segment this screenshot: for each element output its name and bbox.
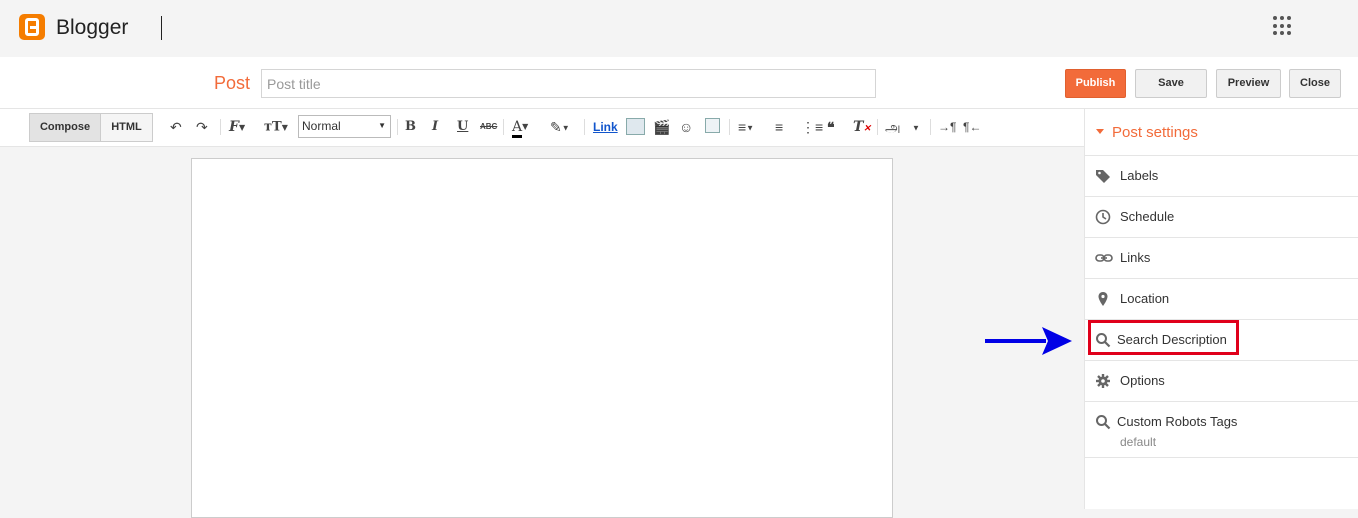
caret-down-icon xyxy=(1096,129,1104,134)
settings-item-label: Options xyxy=(1120,373,1165,388)
post-settings-title: Post settings xyxy=(1112,124,1198,141)
post-title-input[interactable] xyxy=(261,69,876,98)
compose-mode-button[interactable]: Compose xyxy=(29,113,101,142)
redo-icon[interactable]: ↷ xyxy=(196,118,208,136)
bulleted-list-icon[interactable]: ⋮≡ xyxy=(801,118,823,136)
search-description-highlight-box xyxy=(1088,320,1239,355)
italic-icon[interactable]: I xyxy=(432,118,438,136)
insert-link-button[interactable]: Link xyxy=(593,118,618,136)
insert-emoji-icon[interactable]: ☺ xyxy=(679,118,693,136)
brand-name[interactable]: Blogger xyxy=(56,16,128,40)
align-icon[interactable]: ≡▼ xyxy=(738,118,754,136)
settings-item-label: Location xyxy=(1120,291,1170,306)
arrow-right-icon xyxy=(985,327,1072,355)
toolbar-divider xyxy=(503,119,504,135)
apps-grid-icon[interactable] xyxy=(1273,16,1293,36)
settings-item-links[interactable]: Links xyxy=(1085,238,1358,279)
tag-icon xyxy=(1095,168,1111,184)
save-button[interactable]: Save xyxy=(1135,69,1207,98)
page-title: Post xyxy=(214,73,251,93)
paragraph-format-select[interactable]: Normal ▼ xyxy=(298,115,391,138)
toolbar-divider xyxy=(877,119,878,135)
location-pin-icon xyxy=(1095,291,1111,307)
brand-divider xyxy=(161,16,162,40)
highlight-color-icon[interactable]: ✎▼ xyxy=(550,118,570,136)
toolbar-divider xyxy=(220,119,221,135)
close-button[interactable]: Close xyxy=(1289,69,1341,98)
toolbar-divider xyxy=(930,119,931,135)
link-icon xyxy=(1095,250,1113,266)
text-color-icon[interactable]: A▼ xyxy=(512,118,528,138)
editor-area xyxy=(0,148,1084,518)
undo-icon[interactable]: ↶ xyxy=(170,118,182,136)
input-tools-icon[interactable]: அ xyxy=(885,118,901,136)
post-header: Post Publish Save Preview Close xyxy=(0,57,1358,109)
post-body-editor[interactable] xyxy=(191,158,893,518)
editor-toolbar: Compose HTML ↶ ↷ F▼ тT▼ Normal ▼ B I U AB… xyxy=(0,109,1084,147)
blogger-logo-icon[interactable] xyxy=(19,14,45,40)
gear-icon xyxy=(1095,373,1111,389)
post-settings-header[interactable]: Post settings xyxy=(1085,109,1358,156)
insert-jump-break-icon[interactable] xyxy=(705,118,720,133)
settings-item-label: Custom Robots Tags xyxy=(1117,414,1238,429)
settings-item-labels[interactable]: Labels xyxy=(1085,156,1358,197)
publish-button[interactable]: Publish xyxy=(1065,69,1126,98)
toolbar-divider xyxy=(397,119,398,135)
chevron-down-icon: ▼ xyxy=(378,121,386,130)
strikethrough-icon[interactable]: ABC xyxy=(480,118,497,136)
chevron-down-icon[interactable]: ▼ xyxy=(912,118,920,136)
post-settings-sidebar: Post settings Labels Schedule Links Loca… xyxy=(1084,109,1358,509)
clock-icon xyxy=(1095,209,1111,225)
toolbar-divider xyxy=(729,119,730,135)
underline-icon[interactable]: U xyxy=(457,118,468,136)
preview-button[interactable]: Preview xyxy=(1216,69,1281,98)
custom-robots-tags-value: default xyxy=(1120,435,1157,449)
settings-item-location[interactable]: Location xyxy=(1085,279,1358,320)
numbered-list-icon[interactable]: ≡ xyxy=(775,118,783,136)
quote-icon[interactable]: ❝ xyxy=(827,118,835,136)
html-mode-button[interactable]: HTML xyxy=(100,113,153,142)
settings-item-options[interactable]: Options xyxy=(1085,361,1358,402)
clear-formatting-icon[interactable]: T✕ xyxy=(853,118,871,136)
search-icon xyxy=(1095,414,1111,430)
settings-item-label: Labels xyxy=(1120,168,1159,183)
settings-item-custom-robots-tags[interactable]: Custom Robots Tags default xyxy=(1085,402,1358,458)
insert-video-icon[interactable]: 🎬 xyxy=(653,118,670,136)
toolbar-divider xyxy=(584,119,585,135)
insert-image-icon[interactable] xyxy=(626,118,645,135)
ltr-direction-icon[interactable]: →¶ xyxy=(938,118,956,136)
settings-item-label: Schedule xyxy=(1120,209,1175,224)
settings-item-label: Links xyxy=(1120,250,1151,265)
bold-icon[interactable]: B xyxy=(405,118,416,136)
font-family-icon[interactable]: F▼ xyxy=(229,118,245,136)
settings-item-schedule[interactable]: Schedule xyxy=(1085,197,1358,238)
rtl-direction-icon[interactable]: ¶← xyxy=(963,118,981,136)
top-bar: Blogger xyxy=(0,0,1358,57)
font-size-icon[interactable]: тT▼ xyxy=(264,118,288,136)
